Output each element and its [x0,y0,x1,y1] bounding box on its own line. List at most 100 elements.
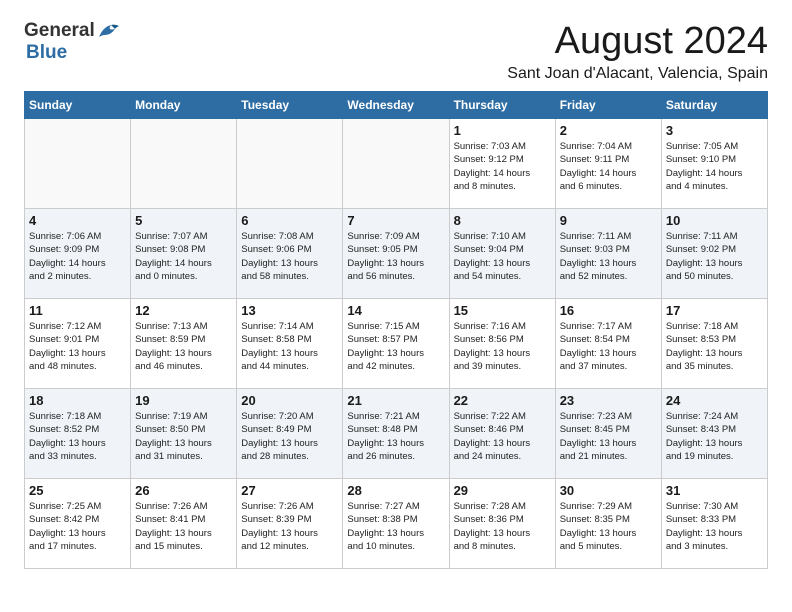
calendar-cell: 7 Sunrise: 7:09 AMSunset: 9:05 PMDaylight… [343,209,449,299]
title-area: August 2024 Sant Joan d'Alacant, Valenci… [507,20,768,83]
calendar-cell: 14Sunrise: 7:15 AMSunset: 8:57 PMDayligh… [343,299,449,389]
calendar-week-2: 4 Sunrise: 7:06 AMSunset: 9:09 PMDaylight… [25,209,768,299]
calendar-cell [131,119,237,209]
day-number: 31 [666,483,763,498]
calendar-cell: 6Sunrise: 7:08 AMSunset: 9:06 PMDaylight… [237,209,343,299]
day-info: Sunrise: 7:18 AMSunset: 8:52 PMDaylight:… [29,410,126,463]
day-info: Sunrise: 7:11 AMSunset: 9:03 PMDaylight:… [560,230,657,283]
calendar-week-3: 11Sunrise: 7:12 AMSunset: 9:01 PMDayligh… [25,299,768,389]
calendar: SundayMondayTuesdayWednesdayThursdayFrid… [24,91,768,569]
day-info: Sunrise: 7:03 AMSunset: 9:12 PMDaylight:… [454,140,551,193]
month-title: August 2024 [507,20,768,63]
day-number: 4 [29,213,126,228]
calendar-cell: 25 Sunrise: 7:25 AMSunset: 8:42 PMDayligh… [25,479,131,569]
day-info: Sunrise: 7:18 AMSunset: 8:53 PMDaylight:… [666,320,763,373]
day-info: Sunrise: 7:16 AMSunset: 8:56 PMDaylight:… [454,320,551,373]
calendar-header-row: SundayMondayTuesdayWednesdayThursdayFrid… [25,92,768,119]
calendar-cell: 15 Sunrise: 7:16 AMSunset: 8:56 PMDayligh… [449,299,555,389]
day-info: Sunrise: 7:26 AMSunset: 8:41 PMDaylight:… [135,500,232,553]
day-number: 20 [241,393,338,408]
calendar-cell: 12 Sunrise: 7:13 AMSunset: 8:59 PMDayligh… [131,299,237,389]
day-number: 25 [29,483,126,498]
calendar-cell: 9 Sunrise: 7:11 AMSunset: 9:03 PMDaylight… [555,209,661,299]
calendar-header-friday: Friday [555,92,661,119]
calendar-week-5: 25 Sunrise: 7:25 AMSunset: 8:42 PMDayligh… [25,479,768,569]
day-info: Sunrise: 7:21 AMSunset: 8:48 PMDaylight:… [347,410,444,463]
day-info: Sunrise: 7:28 AMSunset: 8:36 PMDaylight:… [454,500,551,553]
calendar-cell: 28 Sunrise: 7:27 AMSunset: 8:38 PMDayligh… [343,479,449,569]
calendar-cell: 26 Sunrise: 7:26 AMSunset: 8:41 PMDayligh… [131,479,237,569]
calendar-cell: 16 Sunrise: 7:17 AMSunset: 8:54 PMDayligh… [555,299,661,389]
day-number: 5 [135,213,232,228]
location: Sant Joan d'Alacant, Valencia, Spain [507,65,768,83]
calendar-cell [25,119,131,209]
day-number: 26 [135,483,232,498]
calendar-cell: 29 Sunrise: 7:28 AMSunset: 8:36 PMDayligh… [449,479,555,569]
day-number: 16 [560,303,657,318]
day-info: Sunrise: 7:06 AMSunset: 9:09 PMDaylight:… [29,230,126,283]
day-info: Sunrise: 7:11 AMSunset: 9:02 PMDaylight:… [666,230,763,283]
day-number: 30 [560,483,657,498]
calendar-cell: 24Sunrise: 7:24 AMSunset: 8:43 PMDayligh… [661,389,767,479]
day-info: Sunrise: 7:07 AMSunset: 9:08 PMDaylight:… [135,230,232,283]
calendar-cell: 21 Sunrise: 7:21 AMSunset: 8:48 PMDayligh… [343,389,449,479]
day-number: 11 [29,303,126,318]
logo-general: General [24,20,95,42]
calendar-cell: 31 Sunrise: 7:30 AMSunset: 8:33 PMDayligh… [661,479,767,569]
day-info: Sunrise: 7:26 AMSunset: 8:39 PMDaylight:… [241,500,338,553]
calendar-cell [343,119,449,209]
day-number: 28 [347,483,444,498]
calendar-cell: 22Sunrise: 7:22 AMSunset: 8:46 PMDayligh… [449,389,555,479]
calendar-cell: 27 Sunrise: 7:26 AMSunset: 8:39 PMDayligh… [237,479,343,569]
page: General Blue August 2024 Sant Joan d'Ala… [0,0,792,589]
day-info: Sunrise: 7:05 AMSunset: 9:10 PMDaylight:… [666,140,763,193]
calendar-cell: 13 Sunrise: 7:14 AMSunset: 8:58 PMDayligh… [237,299,343,389]
calendar-cell [237,119,343,209]
day-info: Sunrise: 7:27 AMSunset: 8:38 PMDaylight:… [347,500,444,553]
day-number: 2 [560,123,657,138]
day-info: Sunrise: 7:30 AMSunset: 8:33 PMDaylight:… [666,500,763,553]
day-number: 10 [666,213,763,228]
logo-bird-icon [97,23,119,41]
calendar-cell: 11Sunrise: 7:12 AMSunset: 9:01 PMDayligh… [25,299,131,389]
day-number: 24 [666,393,763,408]
calendar-cell: 2Sunrise: 7:04 AMSunset: 9:11 PMDaylight… [555,119,661,209]
day-number: 23 [560,393,657,408]
day-info: Sunrise: 7:13 AMSunset: 8:59 PMDaylight:… [135,320,232,373]
day-info: Sunrise: 7:14 AMSunset: 8:58 PMDaylight:… [241,320,338,373]
day-number: 7 [347,213,444,228]
day-info: Sunrise: 7:25 AMSunset: 8:42 PMDaylight:… [29,500,126,553]
day-number: 9 [560,213,657,228]
calendar-cell: 18 Sunrise: 7:18 AMSunset: 8:52 PMDayligh… [25,389,131,479]
day-number: 14 [347,303,444,318]
day-number: 13 [241,303,338,318]
day-number: 29 [454,483,551,498]
logo: General Blue [24,20,119,64]
day-info: Sunrise: 7:09 AMSunset: 9:05 PMDaylight:… [347,230,444,283]
day-info: Sunrise: 7:17 AMSunset: 8:54 PMDaylight:… [560,320,657,373]
logo-blue: Blue [26,42,67,64]
day-number: 27 [241,483,338,498]
calendar-cell: 8 Sunrise: 7:10 AMSunset: 9:04 PMDaylight… [449,209,555,299]
calendar-header-monday: Monday [131,92,237,119]
calendar-cell: 10 Sunrise: 7:11 AMSunset: 9:02 PMDayligh… [661,209,767,299]
day-info: Sunrise: 7:29 AMSunset: 8:35 PMDaylight:… [560,500,657,553]
header: General Blue August 2024 Sant Joan d'Ala… [24,20,768,83]
day-info: Sunrise: 7:10 AMSunset: 9:04 PMDaylight:… [454,230,551,283]
calendar-cell: 17 Sunrise: 7:18 AMSunset: 8:53 PMDayligh… [661,299,767,389]
day-number: 8 [454,213,551,228]
calendar-cell: 23Sunrise: 7:23 AMSunset: 8:45 PMDayligh… [555,389,661,479]
calendar-cell: 5 Sunrise: 7:07 AMSunset: 9:08 PMDaylight… [131,209,237,299]
day-number: 17 [666,303,763,318]
calendar-cell: 3Sunrise: 7:05 AMSunset: 9:10 PMDaylight… [661,119,767,209]
calendar-header-sunday: Sunday [25,92,131,119]
calendar-week-4: 18 Sunrise: 7:18 AMSunset: 8:52 PMDayligh… [25,389,768,479]
day-number: 12 [135,303,232,318]
calendar-header-thursday: Thursday [449,92,555,119]
day-number: 15 [454,303,551,318]
day-number: 18 [29,393,126,408]
calendar-header-saturday: Saturday [661,92,767,119]
calendar-week-1: 1 Sunrise: 7:03 AMSunset: 9:12 PMDaylight… [25,119,768,209]
day-number: 21 [347,393,444,408]
day-number: 1 [454,123,551,138]
